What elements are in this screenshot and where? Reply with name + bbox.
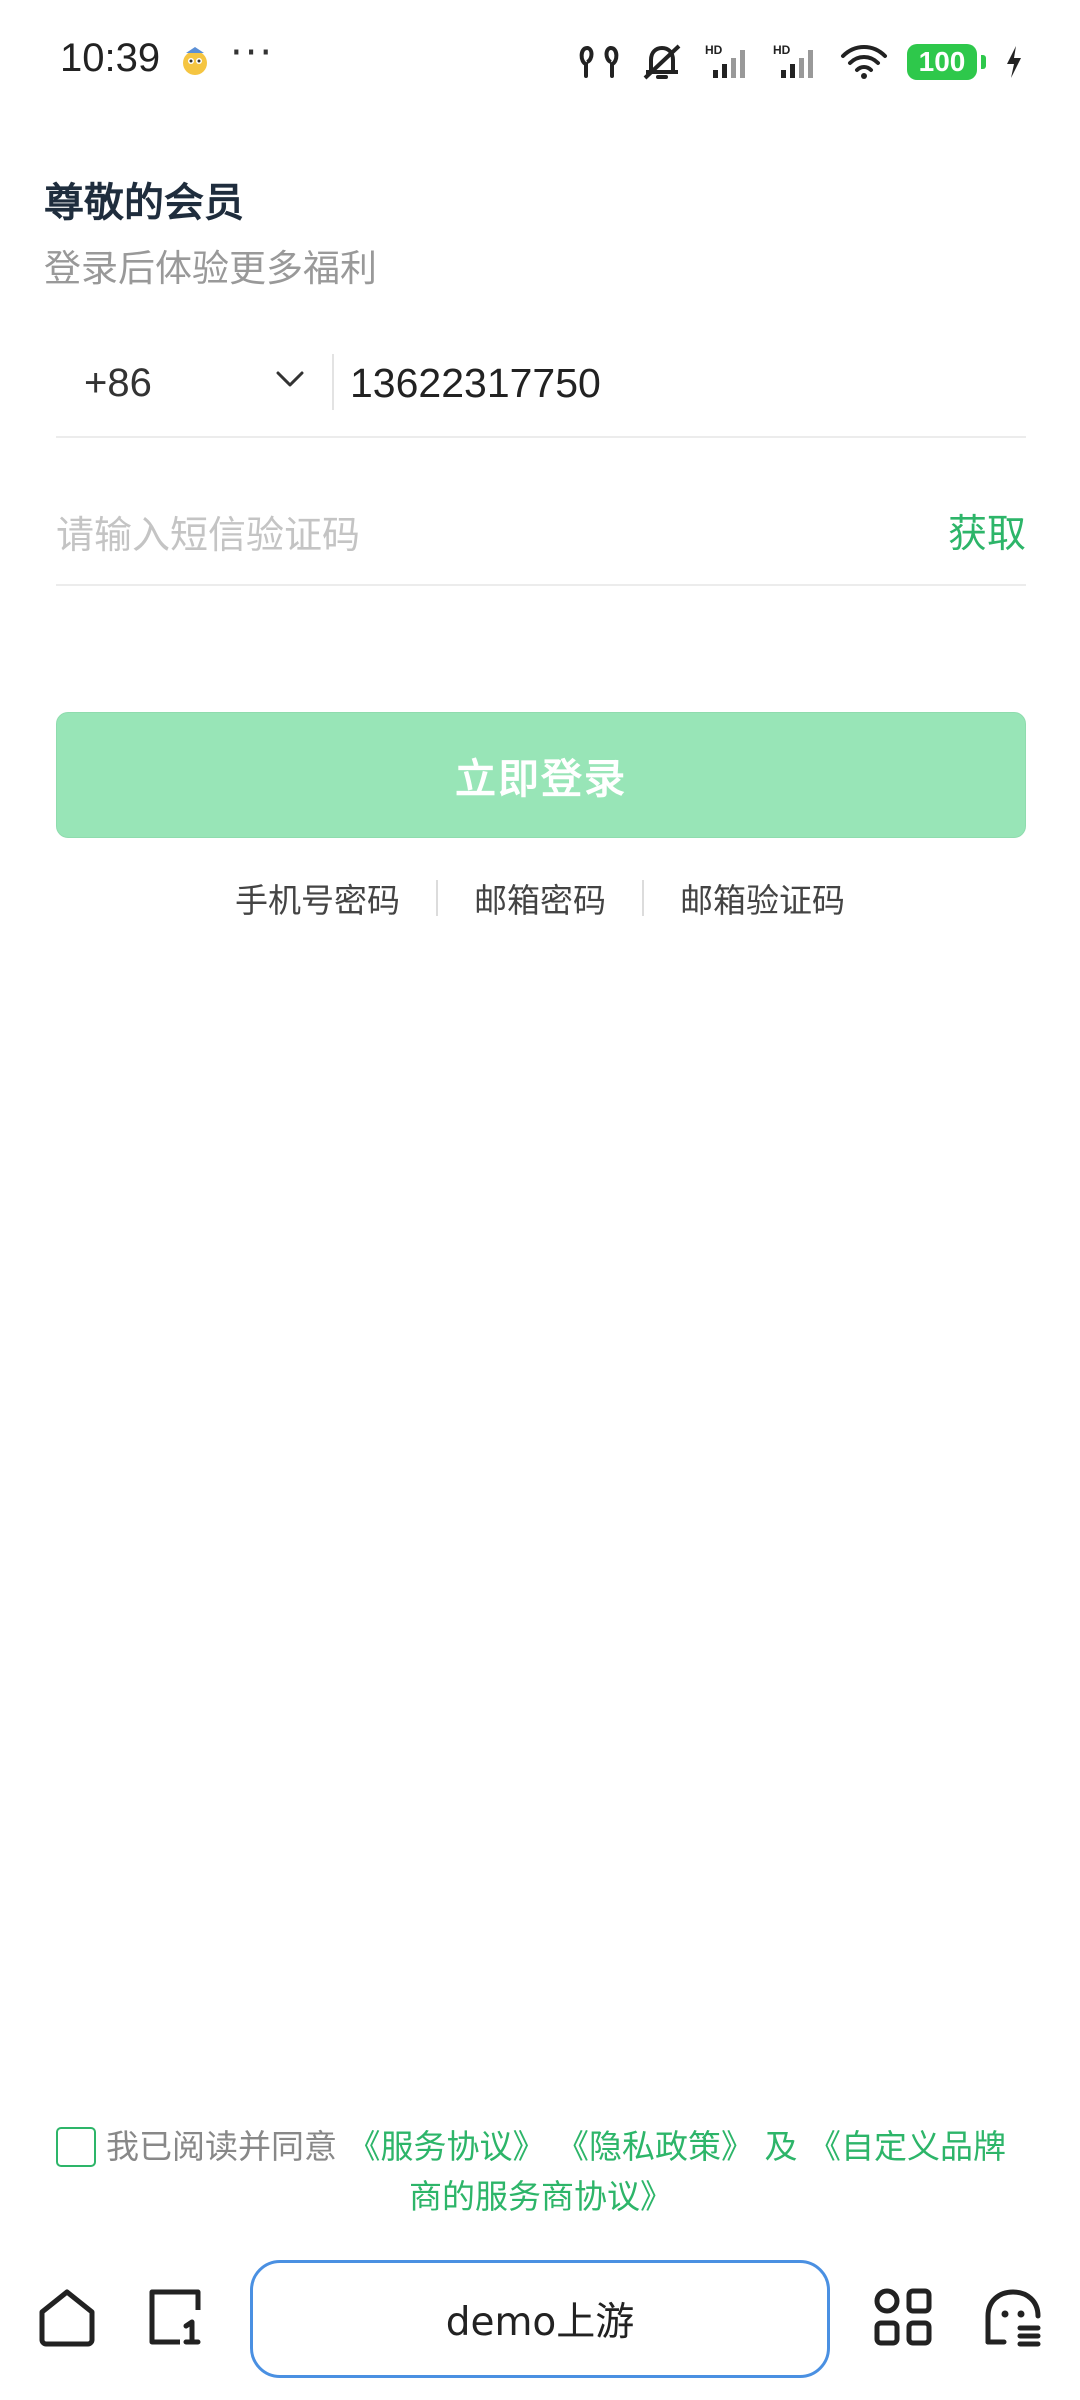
alt-login-links: 手机号密码 邮箱密码 邮箱验证码 xyxy=(0,872,1080,924)
home-icon[interactable] xyxy=(36,2286,98,2348)
brand-agreement-link-cont[interactable]: 商的服务商协议》 xyxy=(409,2177,673,2216)
email-code-link[interactable]: 邮箱验证码 xyxy=(644,874,881,922)
svg-text:HD: HD xyxy=(773,43,791,57)
brand-agreement-link[interactable]: 《自定义品牌 xyxy=(808,2127,1006,2166)
agreement-checkbox[interactable] xyxy=(56,2127,96,2167)
battery-tip xyxy=(981,55,986,69)
mute-icon xyxy=(643,44,681,80)
mascot-icon xyxy=(183,47,207,75)
phone-row: +86 13622317750 xyxy=(56,330,1026,438)
sms-code-input[interactable]: 请输入短信验证码 xyxy=(56,478,360,584)
bottom-nav: demo上游 xyxy=(0,2250,1080,2400)
earbuds-icon xyxy=(579,46,619,78)
sms-row: 请输入短信验证码 获取 xyxy=(56,478,1026,586)
country-code-value: +86 xyxy=(84,360,152,405)
window-icon[interactable] xyxy=(146,2286,208,2348)
country-code-select[interactable]: +86 xyxy=(56,330,331,436)
login-page: 10:39 ··· HD HD 100 尊敬的会员 登录后体验更多福利 +86 … xyxy=(0,0,1080,2400)
status-icons: HD HD 100 xyxy=(577,36,1024,88)
agreement-and: 及 xyxy=(764,2127,798,2166)
phone-number-input[interactable]: 13622317750 xyxy=(350,330,990,436)
status-time: 10:39 xyxy=(60,36,161,80)
field-divider xyxy=(332,354,334,410)
page-title: 尊敬的会员 xyxy=(44,180,244,226)
address-bar[interactable]: demo上游 xyxy=(250,2260,830,2378)
assistant-icon[interactable] xyxy=(982,2286,1044,2348)
more-notifications-icon: ··· xyxy=(230,30,275,76)
email-password-link[interactable]: 邮箱密码 xyxy=(438,874,642,922)
charging-icon xyxy=(1007,46,1021,78)
page-subtitle: 登录后体验更多福利 xyxy=(44,247,377,290)
login-button[interactable]: 立即登录 xyxy=(56,712,1026,838)
agreement-line-2: 商的服务商协议》 xyxy=(56,2172,1026,2222)
svg-text:HD: HD xyxy=(705,43,723,57)
service-agreement-link[interactable]: 《服务协议》 xyxy=(348,2127,546,2166)
wifi-icon xyxy=(841,45,887,79)
get-code-button[interactable]: 获取 xyxy=(948,478,1026,584)
apps-grid-icon[interactable] xyxy=(872,2286,934,2348)
agreement-prefix: 我已阅读并同意 xyxy=(106,2127,337,2166)
signal-hd-2-icon: HD xyxy=(773,43,813,78)
phone-password-link[interactable]: 手机号密码 xyxy=(199,874,436,922)
status-bar: 10:39 ··· HD HD 100 xyxy=(0,0,1080,130)
login-button-label: 立即登录 xyxy=(455,755,627,803)
privacy-policy-link[interactable]: 《隐私政策》 xyxy=(556,2127,754,2166)
battery-icon: 100 xyxy=(907,44,986,80)
chevron-down-icon xyxy=(276,371,304,387)
battery-level: 100 xyxy=(907,44,977,80)
agreement-line-1: 我已阅读并同意 《服务协议》 《隐私政策》 及 《自定义品牌 xyxy=(106,2122,1006,2172)
signal-hd-1-icon: HD xyxy=(705,43,745,78)
